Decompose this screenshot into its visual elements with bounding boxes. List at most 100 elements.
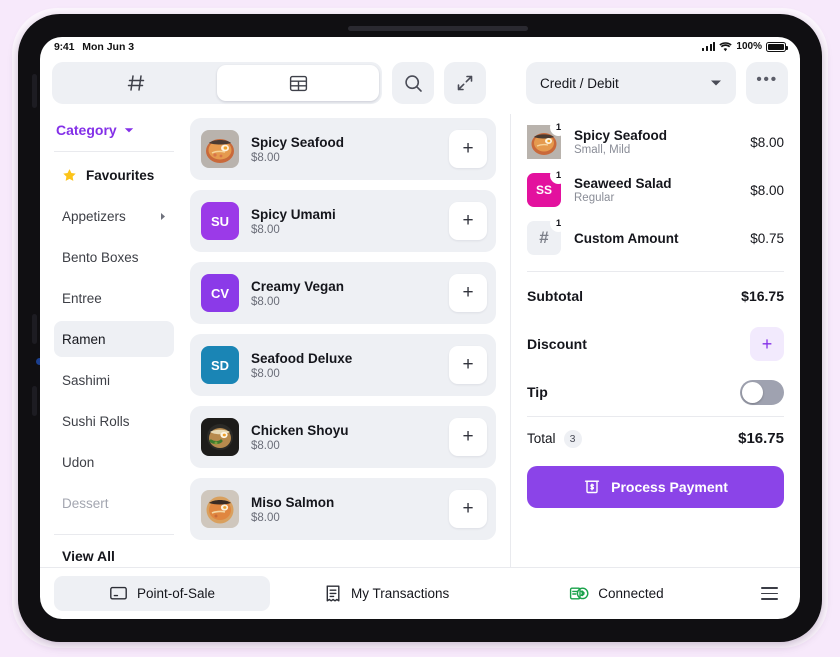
payment-method-select[interactable]: Credit / Debit [526, 62, 736, 104]
sidebar-item-label: Sashimi [62, 372, 111, 388]
cart-item-price: $8.00 [750, 134, 784, 150]
plus-icon: + [761, 333, 773, 354]
add-product-button[interactable]: + [449, 490, 487, 528]
product-row[interactable]: SU Spicy Umami $8.00 + [190, 190, 496, 252]
tip-toggle-switch[interactable] [740, 379, 784, 405]
card-reader-icon [583, 478, 601, 496]
product-thumbnail-initials: SD [201, 346, 239, 384]
discount-label: Discount [527, 336, 587, 352]
cart-item-qty-badge: 1 [550, 215, 567, 232]
add-product-button[interactable]: + [449, 346, 487, 384]
cart-item[interactable]: # 1 Custom Amount $0.75 [527, 214, 784, 262]
total-item-count-badge: 3 [563, 429, 582, 448]
sidebar-item-entree[interactable]: Entree [54, 280, 174, 316]
total-label: Total [527, 431, 556, 446]
tip-row: Tip [527, 368, 784, 416]
product-name: Spicy Seafood [251, 134, 345, 150]
sidebar-item-label: Entree [62, 290, 102, 306]
cart-item-text: Spicy Seafood Small, Mild [574, 128, 742, 156]
cart-item-qty-badge: 1 [550, 119, 567, 136]
hamburger-menu-icon[interactable] [753, 579, 786, 607]
cart-item-price: $0.75 [750, 230, 784, 246]
nav-label: Connected [598, 586, 664, 601]
category-dropdown[interactable]: Category [54, 118, 174, 152]
status-date: Mon Jun 3 [82, 40, 135, 53]
tablet-screen: 9:41 Mon Jun 3 100% Credit / Debit ••• C… [40, 37, 800, 619]
sidebar-item-bento-boxes[interactable]: Bento Boxes [54, 239, 174, 275]
segment-keypad[interactable] [55, 65, 217, 101]
view-mode-segmented-control[interactable] [52, 62, 382, 104]
product-text: Miso Salmon $8.00 [251, 494, 334, 524]
product-price: $8.00 [251, 512, 280, 525]
expand-arrows-icon [456, 74, 474, 92]
add-product-button[interactable]: + [449, 202, 487, 240]
receipt-icon [324, 584, 342, 603]
product-text: Spicy Umami $8.00 [251, 206, 336, 236]
battery-percent-label: 100% [736, 41, 762, 52]
subtotal-label: Subtotal [527, 288, 583, 304]
payment-method-value: Credit / Debit [540, 75, 619, 91]
product-price: $8.00 [251, 224, 280, 237]
cart-thumbnail-wrap: SS 1 [527, 167, 567, 207]
more-horizontal-icon: ••• [756, 70, 778, 88]
tip-label: Tip [527, 384, 548, 400]
expand-button[interactable] [444, 62, 486, 104]
sidebar-item-ramen[interactable]: Ramen [54, 321, 174, 357]
nav-point-of-sale[interactable]: Point-of-Sale [54, 576, 270, 611]
cart-thumbnail-wrap: 1 [527, 119, 567, 159]
sidebar-item-label: Appetizers [62, 208, 126, 224]
nav-label: Point-of-Sale [136, 586, 216, 601]
product-price: $8.00 [251, 296, 280, 309]
nav-my-transactions[interactable]: My Transactions [306, 576, 467, 611]
cart-item[interactable]: SS 1 Seaweed Salad Regular $8.00 [527, 166, 784, 214]
product-row[interactable]: Spicy Seafood $8.00 + [190, 118, 496, 180]
product-name: Seafood Deluxe [251, 350, 353, 366]
category-sidebar: Category Favourites Appetizers Bento Box… [40, 114, 184, 567]
product-name: Chicken Shoyu [251, 422, 349, 438]
status-indicators: 100% [702, 41, 788, 52]
product-list: Spicy Seafood $8.00 + SU Spicy Umami $8.… [184, 114, 510, 567]
add-product-button[interactable]: + [449, 418, 487, 456]
sidebar-item-appetizers[interactable]: Appetizers [54, 198, 174, 234]
main-content: Category Favourites Appetizers Bento Box… [40, 114, 800, 567]
bottom-navigation: Point-of-Sale My Transactions Connected [40, 567, 800, 619]
product-price: $8.00 [251, 440, 280, 453]
cart-item-options: Regular [574, 192, 615, 204]
segment-grid[interactable] [217, 65, 379, 101]
order-cart-panel: 1 Spicy Seafood Small, Mild $8.00 SS 1 S… [510, 114, 800, 567]
battery-full-icon [766, 41, 788, 52]
product-row[interactable]: Miso Salmon $8.00 + [190, 478, 496, 540]
nav-connected-status[interactable]: Connected [551, 576, 681, 611]
total-row: Total 3 $16.75 [527, 416, 784, 460]
add-product-button[interactable]: + [449, 274, 487, 312]
view-all-button[interactable]: View All [54, 534, 174, 564]
category-label: Category [56, 122, 117, 138]
sidebar-item-sushi-rolls[interactable]: Sushi Rolls [54, 403, 174, 439]
sidebar-item-udon[interactable]: Udon [54, 444, 174, 480]
add-product-button[interactable]: + [449, 130, 487, 168]
product-row[interactable]: Chicken Shoyu $8.00 + [190, 406, 496, 468]
sidebar-item-label: Favourites [86, 167, 155, 183]
more-options-button[interactable]: ••• [746, 62, 788, 104]
card-reader-bluetooth-icon [569, 584, 589, 603]
sidebar-item-sashimi[interactable]: Sashimi [54, 362, 174, 398]
subtotal-row: Subtotal $16.75 [527, 272, 784, 320]
cart-item[interactable]: 1 Spicy Seafood Small, Mild $8.00 [527, 118, 784, 166]
wifi-icon [719, 41, 733, 52]
pos-terminal-icon [109, 584, 128, 603]
product-price: $8.00 [251, 152, 280, 165]
product-thumbnail-photo [201, 418, 239, 456]
sidebar-item-dessert[interactable]: Dessert [54, 485, 174, 521]
add-discount-button[interactable]: + [750, 327, 784, 361]
product-name: Creamy Vegan [251, 278, 345, 294]
chevron-right-icon [160, 212, 166, 221]
hash-keypad-icon [126, 73, 146, 93]
search-button[interactable] [392, 62, 434, 104]
product-row[interactable]: SD Seafood Deluxe $8.00 + [190, 334, 496, 396]
toggle-knob [742, 381, 763, 403]
sidebar-item-favourites[interactable]: Favourites [54, 157, 174, 193]
cart-item-qty-badge: 1 [550, 167, 567, 184]
product-row[interactable]: CV Creamy Vegan $8.00 + [190, 262, 496, 324]
process-payment-button[interactable]: Process Payment [527, 466, 784, 508]
nav-label: My Transactions [351, 586, 450, 601]
